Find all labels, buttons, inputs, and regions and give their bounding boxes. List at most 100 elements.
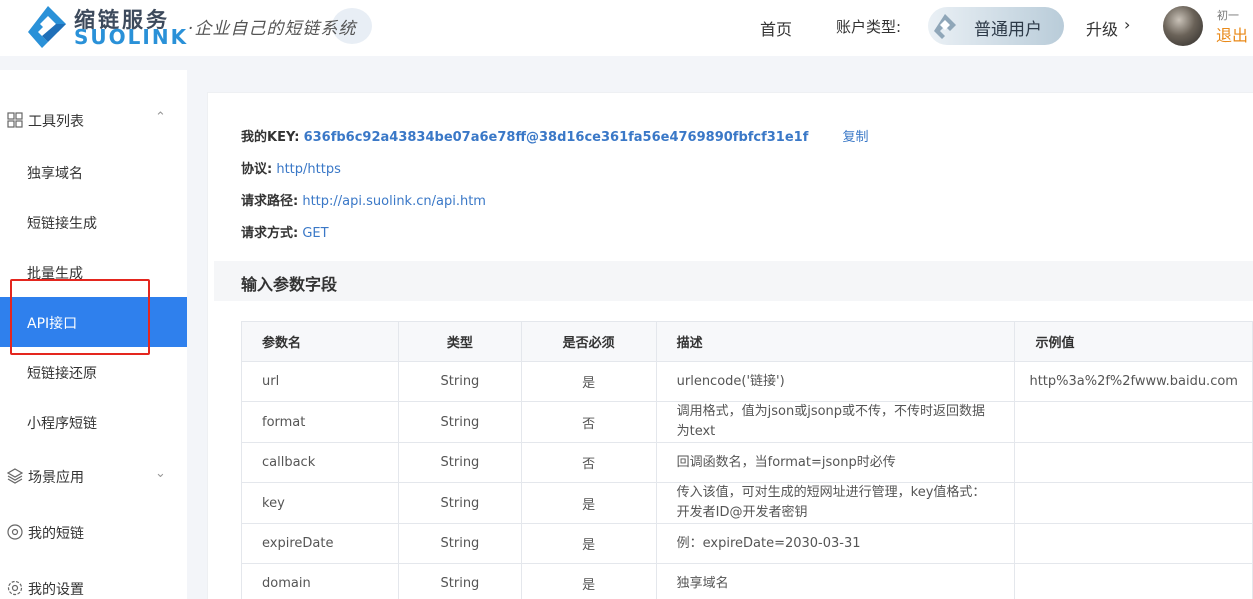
api-key-value: 636fb6c92a43834be07a6e78ff@38d16ce361fa5…: [303, 130, 809, 145]
top-header: 缩链服务 SUOLINK ·企业自己的短链系统 首页 账户类型: 普通用户 升级…: [0, 0, 1253, 56]
param-name: expireDate: [240, 523, 400, 564]
param-required: 否: [520, 401, 657, 443]
table-header-row: 参数名 类型 是否必须 描述 示例值: [240, 321, 1253, 362]
sidebar-my-settings-label: 我的设置: [28, 582, 84, 598]
request-method-row: 请求方式: GET: [241, 222, 329, 241]
link-circle-icon: [7, 524, 23, 540]
username: 初一: [1217, 9, 1239, 22]
table-row: callback String 否 回调函数名，当format=jsonp时必传: [240, 442, 1253, 483]
api-key-label: 我的KEY:: [241, 130, 300, 145]
sidebar-item-short-link-generate[interactable]: 短链接生成: [0, 197, 187, 247]
account-type-badge: 普通用户: [928, 7, 1064, 45]
sidebar-section-scenes-label: 场景应用: [28, 470, 84, 486]
sidebar-section-tools-label: 工具列表: [28, 114, 84, 130]
sidebar-section-tools[interactable]: 工具列表 ⌃: [0, 108, 187, 132]
param-example: [1014, 523, 1253, 564]
param-required: 是: [520, 361, 657, 402]
account-type-value: 普通用户: [974, 20, 1042, 40]
request-method-value: GET: [302, 226, 329, 241]
param-name: key: [240, 482, 400, 524]
sidebar-my-links[interactable]: 我的短链: [0, 520, 187, 544]
param-desc: 独享域名: [655, 563, 1016, 599]
param-required: 否: [520, 442, 657, 483]
protocol-row: 协议: http/https: [241, 158, 341, 177]
sidebar-item-label: API接口: [27, 316, 78, 332]
param-required: 是: [520, 563, 657, 599]
sidebar-item-mini-program[interactable]: 小程序短链: [0, 397, 187, 447]
sidebar-section-scenes[interactable]: 场景应用 ⌄: [0, 464, 187, 488]
protocol-value: http/https: [276, 162, 341, 177]
sidebar-my-settings[interactable]: 我的设置: [0, 576, 187, 599]
sidebar-item-short-link-restore[interactable]: 短链接还原: [0, 347, 187, 397]
nav-home-link[interactable]: 首页: [760, 16, 792, 40]
api-key-row: 我的KEY: 636fb6c92a43834be07a6e78ff@38d16c…: [241, 126, 869, 145]
request-method-label: 请求方式:: [241, 226, 299, 241]
suolink-logo-icon[interactable]: [26, 4, 70, 48]
brand-tagline: ·企业自己的短链系统: [188, 19, 357, 39]
table-row: format String 否 调用格式，值为json或jsonp或不传，不传时…: [240, 401, 1253, 443]
logout-link[interactable]: 退出: [1216, 22, 1248, 46]
param-type: String: [398, 563, 522, 599]
param-type: String: [398, 523, 522, 564]
param-name: url: [240, 361, 400, 402]
chevron-up-icon[interactable]: ⌃: [155, 110, 166, 125]
protocol-label: 协议:: [241, 162, 273, 177]
upgrade-link[interactable]: 升级: [1086, 16, 1118, 40]
col-header-example: 示例值: [1014, 321, 1253, 362]
user-avatar[interactable]: [1163, 6, 1203, 46]
param-type: String: [398, 442, 522, 483]
param-type: String: [398, 401, 522, 443]
sidebar-item-label: 短链接生成: [27, 216, 97, 232]
sidebar-item-batch-generate[interactable]: 批量生成: [0, 247, 187, 297]
sidebar-item-api[interactable]: API接口: [0, 297, 187, 347]
table-row: domain String 是 独享域名: [240, 563, 1253, 599]
param-desc: 回调函数名，当format=jsonp时必传: [655, 442, 1016, 483]
table-row: url String 是 urlencode('链接') http%3a%2f%…: [240, 361, 1253, 402]
col-header-required: 是否必须: [520, 321, 657, 362]
params-table: 参数名 类型 是否必须 描述 示例值 url String 是 urlencod…: [240, 321, 1253, 599]
param-desc: 调用格式，值为json或jsonp或不传，不传时返回数据为text: [655, 401, 1016, 443]
sidebar-item-label: 独享域名: [27, 166, 83, 182]
request-path-label: 请求路径:: [241, 194, 299, 209]
account-type-label: 账户类型:: [836, 18, 902, 36]
brand-name-en: SUOLINK: [74, 25, 189, 49]
sidebar-item-label: 短链接还原: [27, 366, 97, 382]
grid-icon: [7, 112, 23, 128]
sidebar-my-links-label: 我的短链: [28, 526, 84, 542]
param-required: 是: [520, 482, 657, 524]
col-header-name: 参数名: [240, 321, 400, 362]
col-header-type: 类型: [398, 321, 522, 362]
param-name: callback: [240, 442, 400, 483]
param-type: String: [398, 482, 522, 524]
input-params-section-header: 输入参数字段: [214, 261, 1253, 301]
param-example: [1014, 401, 1253, 443]
gear-icon: [7, 580, 23, 596]
chevron-down-icon[interactable]: ⌄: [155, 466, 166, 481]
table-row: key String 是 传入该值，可对生成的短网址进行管理，key值格式：开发…: [240, 482, 1253, 524]
col-header-desc: 描述: [655, 321, 1016, 362]
table-row: expireDate String 是 例：expireDate=2030-03…: [240, 523, 1253, 564]
request-path-row: 请求路径: http://api.suolink.cn/api.htm: [241, 190, 486, 209]
request-path-value[interactable]: http://api.suolink.cn/api.htm: [302, 194, 486, 209]
sidebar: 工具列表 ⌃ 独享域名 短链接生成 批量生成 API接口 短链接还原 小程序短链…: [0, 70, 187, 599]
param-type: String: [398, 361, 522, 402]
param-example: http%3a%2f%2fwww.baidu.com: [1014, 361, 1253, 402]
param-example: [1014, 482, 1253, 524]
param-desc: 传入该值，可对生成的短网址进行管理，key值格式：开发者ID@开发者密钥: [655, 482, 1016, 524]
param-name: format: [240, 401, 400, 443]
param-example: [1014, 563, 1253, 599]
param-required: 是: [520, 523, 657, 564]
sidebar-item-exclusive-domain[interactable]: 独享域名: [0, 147, 187, 197]
param-desc: urlencode('链接'): [655, 361, 1016, 402]
section-title: 输入参数字段: [241, 275, 338, 294]
copy-key-button[interactable]: 复制: [843, 130, 869, 145]
sidebar-item-label: 小程序短链: [27, 416, 97, 432]
param-name: domain: [240, 563, 400, 599]
account-tier-icon: [934, 14, 956, 39]
layers-icon: [7, 468, 23, 484]
param-desc: 例：expireDate=2030-03-31: [655, 523, 1016, 564]
api-doc-panel: 我的KEY: 636fb6c92a43834be07a6e78ff@38d16c…: [207, 92, 1253, 599]
chevron-right-icon[interactable]: ›: [1124, 15, 1130, 34]
sidebar-item-label: 批量生成: [27, 266, 83, 282]
param-example: [1014, 442, 1253, 483]
